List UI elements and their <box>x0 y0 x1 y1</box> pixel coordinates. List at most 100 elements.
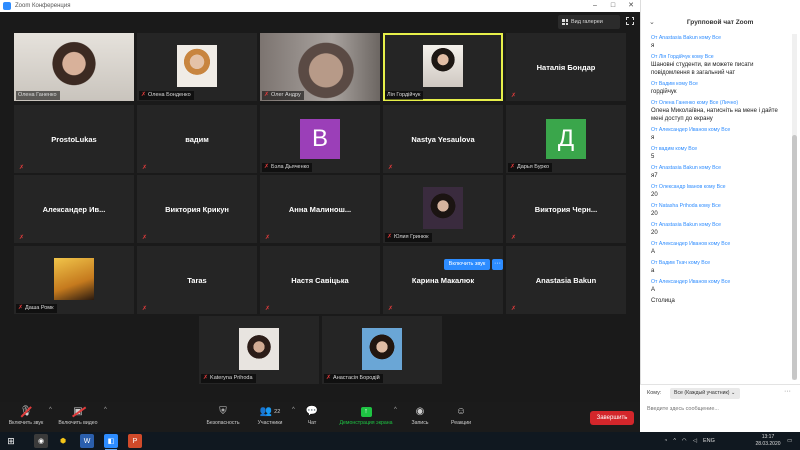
participant-tile[interactable]: Д ✗ Дарья Бурко <box>506 105 626 173</box>
chat-label: Чат <box>307 420 317 426</box>
chrome-icon[interactable]: ⬢ <box>56 434 70 448</box>
chat-message-input[interactable] <box>647 403 793 415</box>
audio-options-chevron-icon[interactable]: ^ <box>49 407 52 413</box>
chat-message: От Natasha Prihoda кому Все 20 <box>651 202 791 218</box>
chat-recipient-value: Все (Каждый участник) <box>674 390 730 396</box>
chat-message: От Anastasia Bakun кому Все я <box>651 34 791 50</box>
participant-photo <box>177 45 217 87</box>
chat-message-text: 20 <box>651 211 658 217</box>
tile-more-button[interactable]: ··· <box>492 259 503 270</box>
participant-tile[interactable]: Anastasia Bakun ✗ <box>506 246 626 314</box>
participant-name: вадим <box>185 134 209 144</box>
file-explorer-icon[interactable]: ◉ <box>34 434 48 448</box>
participant-tile[interactable]: Настя Савіцька ✗ <box>260 246 380 314</box>
participant-tile[interactable]: Карина Макалюк ✗ <box>383 246 503 314</box>
microphone-off-icon: 🎙 <box>19 406 33 417</box>
chat-message-text: А <box>651 249 656 255</box>
mic-off-icon: ✗ <box>19 165 25 171</box>
shield-icon: ⛨ <box>219 406 227 417</box>
reaction-icon: ☺ <box>455 406 467 417</box>
start-video-button[interactable]: ▣ Включить видео <box>54 405 102 431</box>
participant-name-label: Олена Ганенко <box>16 91 60 100</box>
participants-chevron-icon[interactable]: ^ <box>292 407 295 413</box>
participant-tile[interactable]: Олена Ганенко <box>14 33 134 101</box>
participant-tile[interactable]: вадим ✗ <box>137 105 257 173</box>
grid-icon <box>562 19 568 25</box>
start-menu-icon[interactable]: ⊞ <box>4 434 18 448</box>
participant-name-label: ✗ Kateryna Prihoda <box>201 374 256 383</box>
participant-label-text: Анастасія Бородій <box>333 375 380 381</box>
share-screen-button[interactable]: ↑ Демонстрация экрана <box>334 405 398 431</box>
maximize-button[interactable]: □ <box>604 0 622 12</box>
participant-tile[interactable]: Наталія Бондар ✗ <box>506 33 626 101</box>
chat-more-button[interactable]: ··· <box>784 388 791 395</box>
word-icon[interactable]: W <box>80 434 94 448</box>
collapse-chevron-icon[interactable]: ⌄ <box>649 18 655 26</box>
participant-tile[interactable]: ✗ Даша Ромк <box>14 246 134 314</box>
participant-tile[interactable]: Виктория Крикун ✗ <box>137 175 257 243</box>
zoom-taskbar-icon[interactable]: ◧ <box>104 434 118 450</box>
tray-expand-icon[interactable]: ^ <box>673 438 676 444</box>
participant-tile[interactable]: ✗ Олег Андру <box>260 33 380 101</box>
notifications-icon[interactable]: ▭ <box>787 432 792 450</box>
participant-name-label: ✗ Дарья Бурко <box>508 163 553 172</box>
taskbar-clock[interactable]: 13:17 28.03.2020 <box>752 434 784 448</box>
participant-tile[interactable]: Лія Гордійчук <box>383 33 503 101</box>
participants-button[interactable]: 👥 22 Участники <box>250 405 290 431</box>
participants-count: 22 <box>274 408 281 415</box>
participant-tile[interactable]: ✗ Анастасія Бородій <box>322 316 442 384</box>
meeting-toolbar: 🎙 Включить звук ^ ▣ Включить видео ^ ⛨ Б… <box>0 402 640 432</box>
language-indicator[interactable]: ENG <box>703 438 715 444</box>
participant-name: Taras <box>187 275 207 285</box>
video-options-chevron-icon[interactable]: ^ <box>104 407 107 413</box>
share-chevron-icon[interactable]: ^ <box>394 407 397 413</box>
security-button[interactable]: ⛨ Безопасность <box>200 405 246 431</box>
close-button[interactable]: ✕ <box>622 0 640 12</box>
chat-button[interactable]: 💬 Чат <box>302 405 322 431</box>
windows-taskbar: ⊞ ◉ ⬢ W ◧ P ◔ ^ ◠ ◁ ENG 13:17 28.03.2020… <box>0 432 800 450</box>
participant-tile[interactable]: В ✗ Бэла Дьяченко <box>260 105 380 173</box>
participant-label-text: Даша Ромк <box>25 305 54 311</box>
mic-off-icon: ✗ <box>511 235 517 241</box>
mic-off-icon: ✗ <box>142 306 148 312</box>
participant-label-text: Олег Андру <box>271 92 301 98</box>
minimize-button[interactable]: – <box>586 0 604 12</box>
chat-message-sender: От Anastasia Bakun кому Все <box>651 35 722 41</box>
participant-tile[interactable]: Nastya Yesaulova ✗ <box>383 105 503 173</box>
mic-off-icon: ✗ <box>388 306 394 312</box>
unmute-button[interactable]: 🎙 Включить звук <box>4 405 48 431</box>
window-title: Zoom Конференция <box>15 3 71 9</box>
chat-recipient-select[interactable]: Все (Каждый участник) ⌄ <box>670 388 740 399</box>
wifi-icon[interactable]: ◠ <box>682 438 687 444</box>
participant-tile[interactable]: ✗ Kateryna Prihoda <box>199 316 319 384</box>
participant-name-label: Лія Гордійчук <box>385 91 424 100</box>
chat-message: От Лія Гордійчук кому Все Шановні студент… <box>651 53 791 77</box>
powerpoint-icon[interactable]: P <box>128 434 142 448</box>
participant-tile[interactable]: Анна Малинош... ✗ <box>260 175 380 243</box>
participant-tile[interactable]: ✗ Юлия Гринюк <box>383 175 503 243</box>
fullscreen-icon[interactable] <box>625 16 635 26</box>
participant-tile[interactable]: Александер Ив... ✗ <box>14 175 134 243</box>
volume-icon[interactable]: ◁ <box>693 438 697 444</box>
participant-tile[interactable]: Виктория Черн... ✗ <box>506 175 626 243</box>
participant-photo <box>362 328 402 370</box>
record-button[interactable]: ◉ Запись <box>406 405 434 431</box>
chat-message-sender: От Вадим Ткач кому Все <box>651 260 711 266</box>
chat-scrollbar[interactable] <box>792 135 797 380</box>
participant-tile[interactable]: ProstoLukas ✗ <box>14 105 134 173</box>
participant-name: Anastasia Bakun <box>535 275 597 285</box>
mic-off-icon: ✗ <box>19 235 25 241</box>
network-icon[interactable]: ◔ <box>664 438 667 444</box>
mic-off-icon: ✗ <box>264 92 270 98</box>
participant-photo <box>54 258 94 300</box>
participant-tile[interactable]: ✗ Олена Бонденко <box>137 33 257 101</box>
chat-message-text: гордійчук <box>651 89 677 95</box>
record-label: Запись <box>411 420 429 426</box>
gallery-view-button[interactable]: Вид галереи <box>558 15 620 29</box>
participant-name-label: ✗ Олена Бонденко <box>139 91 194 100</box>
participant-photo <box>239 328 279 370</box>
end-meeting-button[interactable]: Завершить <box>590 411 634 425</box>
unmute-popup-button[interactable]: Включить звук <box>444 259 490 270</box>
reactions-button[interactable]: ☺ Реакции <box>446 405 476 431</box>
participant-tile[interactable]: Taras ✗ <box>137 246 257 314</box>
